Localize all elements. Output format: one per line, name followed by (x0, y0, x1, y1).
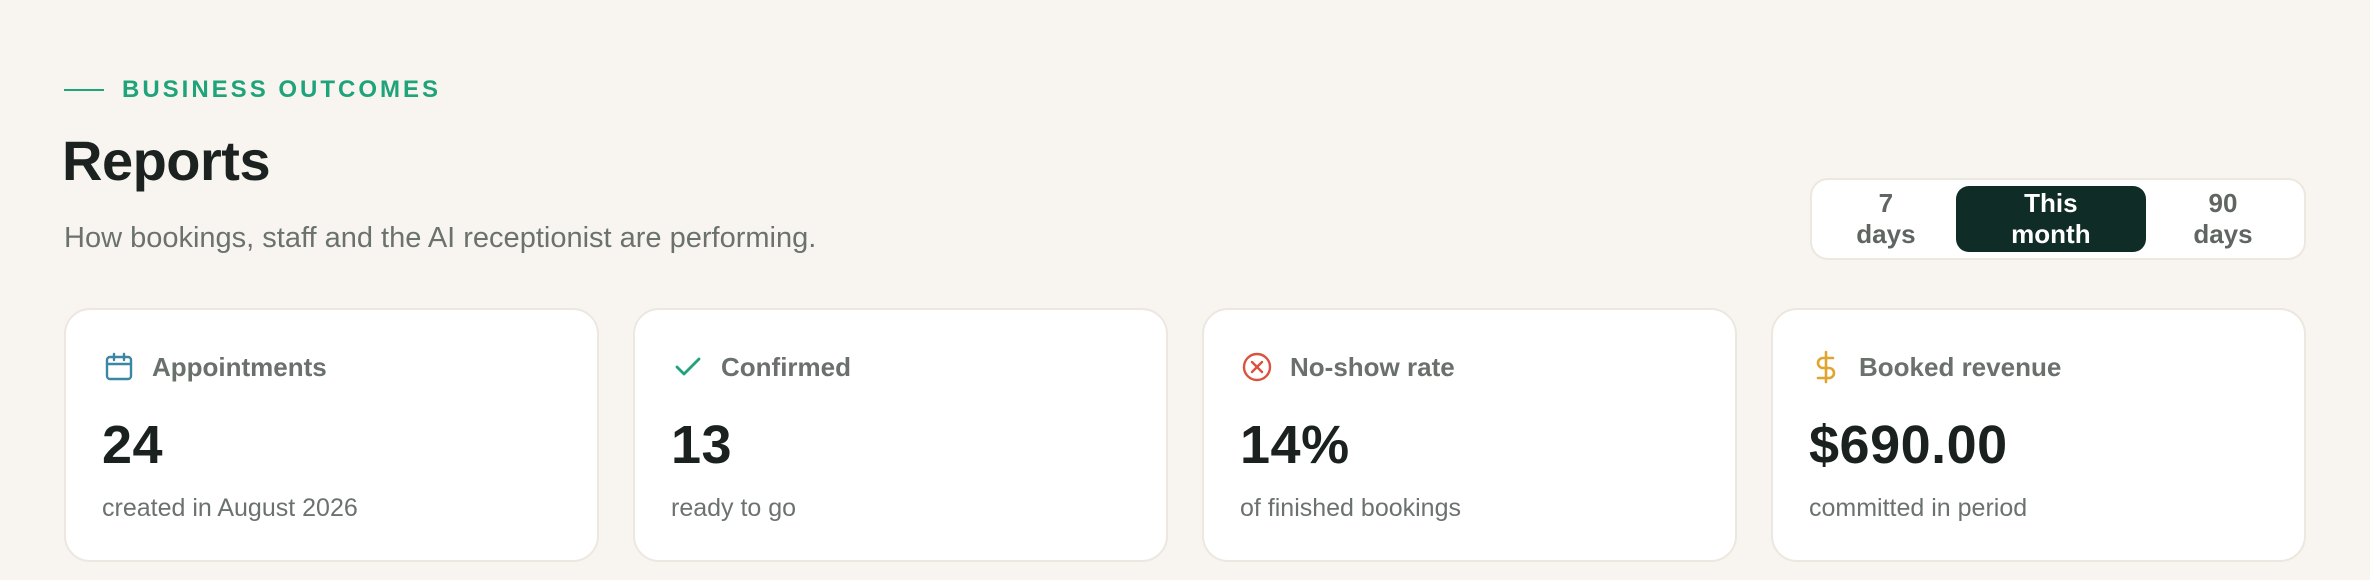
eyebrow-label: BUSINESS OUTCOMES (122, 76, 442, 103)
range-7-days-button[interactable]: 7 days (1820, 186, 1952, 252)
range-90-days-button[interactable]: 90 days (2150, 186, 2296, 252)
card-label: No-show rate (1290, 351, 1455, 382)
booked-revenue-card: Booked revenue $690.00 committed in peri… (1771, 308, 2306, 562)
card-label: Appointments (152, 351, 327, 382)
card-value: $690.00 (1809, 415, 2008, 475)
appointments-card: Appointments 24 created in August 2026 (64, 308, 599, 562)
card-value: 14% (1240, 415, 1350, 475)
section-eyebrow: BUSINESS OUTCOMES (64, 76, 441, 104)
eyebrow-divider (64, 89, 104, 91)
calendar-icon (102, 350, 136, 384)
card-header: Booked revenue (1809, 348, 2268, 386)
card-value: 13 (671, 415, 733, 475)
no-show-rate-card: No-show rate 14% of finished bookings (1202, 308, 1737, 562)
kpi-cards: Appointments 24 created in August 2026 C… (64, 308, 2306, 562)
card-header: No-show rate (1240, 348, 1699, 386)
range-this-month-button[interactable]: This month (1955, 186, 2146, 252)
card-note: ready to go (671, 494, 797, 522)
page-subtitle: How bookings, staff and the AI reception… (64, 222, 817, 254)
card-header: Confirmed (671, 348, 1130, 386)
card-value: 24 (102, 415, 164, 475)
card-label: Booked revenue (1859, 351, 2062, 382)
date-range-switch: 7 days This month 90 days (1810, 178, 2306, 260)
page-title: Reports (62, 129, 271, 192)
card-note: of finished bookings (1240, 494, 1461, 522)
card-label: Confirmed (721, 351, 851, 382)
confirmed-card: Confirmed 13 ready to go (633, 308, 1168, 562)
x-circle-icon (1240, 350, 1274, 384)
dollar-icon (1809, 350, 1843, 384)
card-note: committed in period (1809, 494, 2028, 522)
check-icon (671, 350, 705, 384)
card-note: created in August 2026 (102, 494, 358, 522)
card-header: Appointments (102, 348, 561, 386)
